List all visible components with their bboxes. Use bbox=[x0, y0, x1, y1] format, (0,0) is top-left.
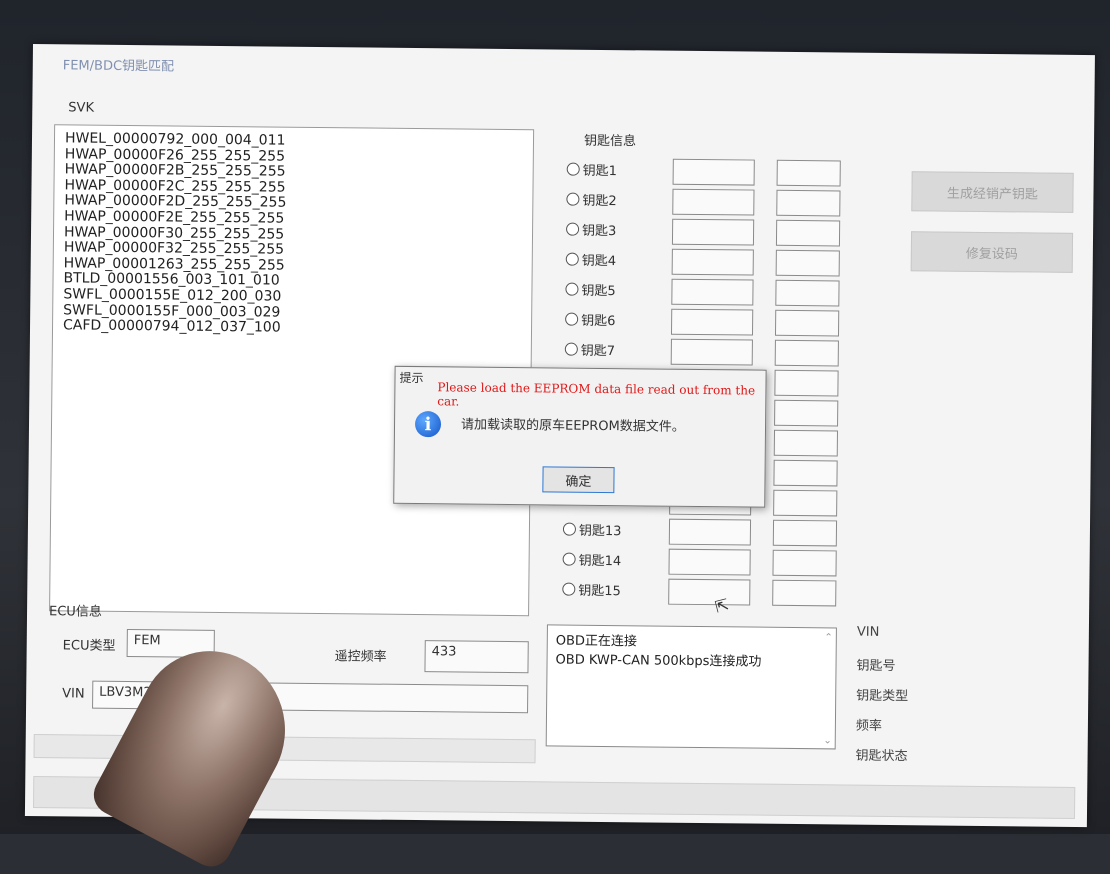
right-vin-label: VIN bbox=[856, 624, 880, 640]
right-keyno-label: 钥匙号 bbox=[856, 658, 896, 675]
key-radio[interactable] bbox=[566, 192, 580, 206]
key-status-field[interactable] bbox=[775, 249, 840, 277]
key-status-field[interactable] bbox=[774, 369, 839, 397]
remote-freq-label: 遥控频率 bbox=[334, 649, 387, 665]
key-label: 钥匙2 bbox=[582, 193, 617, 210]
key-status-field[interactable] bbox=[773, 459, 838, 487]
dialog-title: 提示 bbox=[399, 370, 424, 386]
key-radio[interactable] bbox=[562, 582, 576, 596]
key-status-field[interactable] bbox=[772, 519, 838, 547]
obd-line-2: OBD KWP-CAN 500kbps连接成功 bbox=[555, 652, 762, 670]
key-data-field[interactable] bbox=[671, 218, 755, 246]
key-label: 钥匙7 bbox=[580, 343, 616, 360]
ecu-info-label: ECU信息 bbox=[48, 604, 102, 620]
key-row: 钥匙15 bbox=[562, 578, 862, 607]
key-label: 钥匙5 bbox=[581, 283, 616, 300]
key-status-field[interactable] bbox=[774, 399, 839, 427]
key-status-field[interactable] bbox=[774, 339, 839, 367]
key-status-field[interactable] bbox=[775, 279, 840, 307]
remote-freq-field[interactable]: 433 bbox=[424, 640, 529, 674]
right-keystatus-label: 钥匙状态 bbox=[855, 748, 908, 765]
key-data-field[interactable] bbox=[672, 158, 755, 186]
key-radio[interactable] bbox=[562, 552, 576, 566]
key-status-field[interactable] bbox=[773, 429, 838, 457]
key-row: 钥匙6 bbox=[565, 308, 865, 337]
key-row: 钥匙13 bbox=[562, 518, 863, 547]
key-label: 钥匙14 bbox=[578, 553, 622, 570]
key-label: 钥匙13 bbox=[578, 523, 622, 540]
key-status-field[interactable] bbox=[772, 549, 837, 577]
key-radio[interactable] bbox=[566, 222, 580, 236]
right-freq-label: 频率 bbox=[855, 718, 882, 734]
key-row: 钥匙2 bbox=[566, 188, 866, 217]
key-radio[interactable] bbox=[565, 252, 579, 266]
key-data-field[interactable] bbox=[670, 338, 753, 366]
dialog-english-text: Please load the EEPROM data file read ou… bbox=[437, 380, 756, 409]
key-status-field[interactable] bbox=[776, 159, 841, 187]
ok-button[interactable]: 确定 bbox=[542, 466, 615, 494]
key-data-field[interactable] bbox=[670, 308, 754, 336]
key-radio[interactable] bbox=[562, 522, 577, 536]
key-data-field[interactable] bbox=[671, 248, 754, 276]
key-label: 钥匙15 bbox=[578, 583, 621, 600]
key-row: 钥匙14 bbox=[562, 548, 862, 577]
key-data-field[interactable] bbox=[668, 518, 752, 546]
key-row: 钥匙3 bbox=[566, 218, 866, 247]
key-radio[interactable] bbox=[564, 342, 578, 356]
key-row: 钥匙4 bbox=[565, 248, 866, 277]
key-row: 钥匙5 bbox=[565, 278, 865, 307]
right-keytype-label: 钥匙类型 bbox=[856, 688, 909, 705]
generate-key-button[interactable]: 生成经销产钥匙 bbox=[911, 171, 1074, 213]
vin-label: VIN bbox=[62, 686, 85, 702]
key-label: 钥匙4 bbox=[581, 253, 617, 270]
svk-label: SVK bbox=[68, 100, 95, 116]
key-label: 钥匙1 bbox=[582, 163, 618, 180]
key-data-field[interactable] bbox=[671, 278, 754, 306]
key-status-field[interactable] bbox=[772, 579, 837, 607]
key-label: 钥匙3 bbox=[581, 223, 617, 240]
key-row: 钥匙1 bbox=[566, 158, 867, 187]
key-row: 钥匙7 bbox=[564, 338, 865, 367]
obd-log[interactable]: OBD正在连接 OBD KWP-CAN 500kbps连接成功 ⌃ ⌄ bbox=[545, 624, 837, 750]
key-info-label: 钥匙信息 bbox=[583, 133, 637, 150]
key-data-field[interactable] bbox=[668, 578, 751, 606]
key-status-field[interactable] bbox=[775, 219, 841, 247]
key-radio[interactable] bbox=[565, 282, 579, 296]
key-radio[interactable] bbox=[566, 162, 580, 176]
repair-code-button[interactable]: 修复设码 bbox=[910, 231, 1074, 273]
key-radio[interactable] bbox=[565, 312, 579, 326]
info-dialog: 提示 Please load the EEPROM data file read… bbox=[393, 365, 767, 508]
key-status-field[interactable] bbox=[774, 309, 840, 337]
info-icon: i bbox=[414, 411, 442, 438]
key-status-field[interactable] bbox=[776, 189, 841, 217]
scroll-up-icon[interactable]: ⌃ bbox=[824, 632, 833, 643]
window-title: FEM/BDC钥匙匹配 bbox=[62, 58, 175, 75]
key-data-field[interactable] bbox=[668, 548, 751, 576]
ecu-type-label: ECU类型 bbox=[62, 638, 116, 654]
scroll-down-icon[interactable]: ⌄ bbox=[823, 735, 832, 746]
key-status-field[interactable] bbox=[773, 489, 838, 517]
key-data-field[interactable] bbox=[672, 188, 755, 216]
dialog-message: 请加载读取的原车EEPROM数据文件。 bbox=[460, 417, 685, 435]
key-label: 钥匙6 bbox=[581, 313, 616, 330]
